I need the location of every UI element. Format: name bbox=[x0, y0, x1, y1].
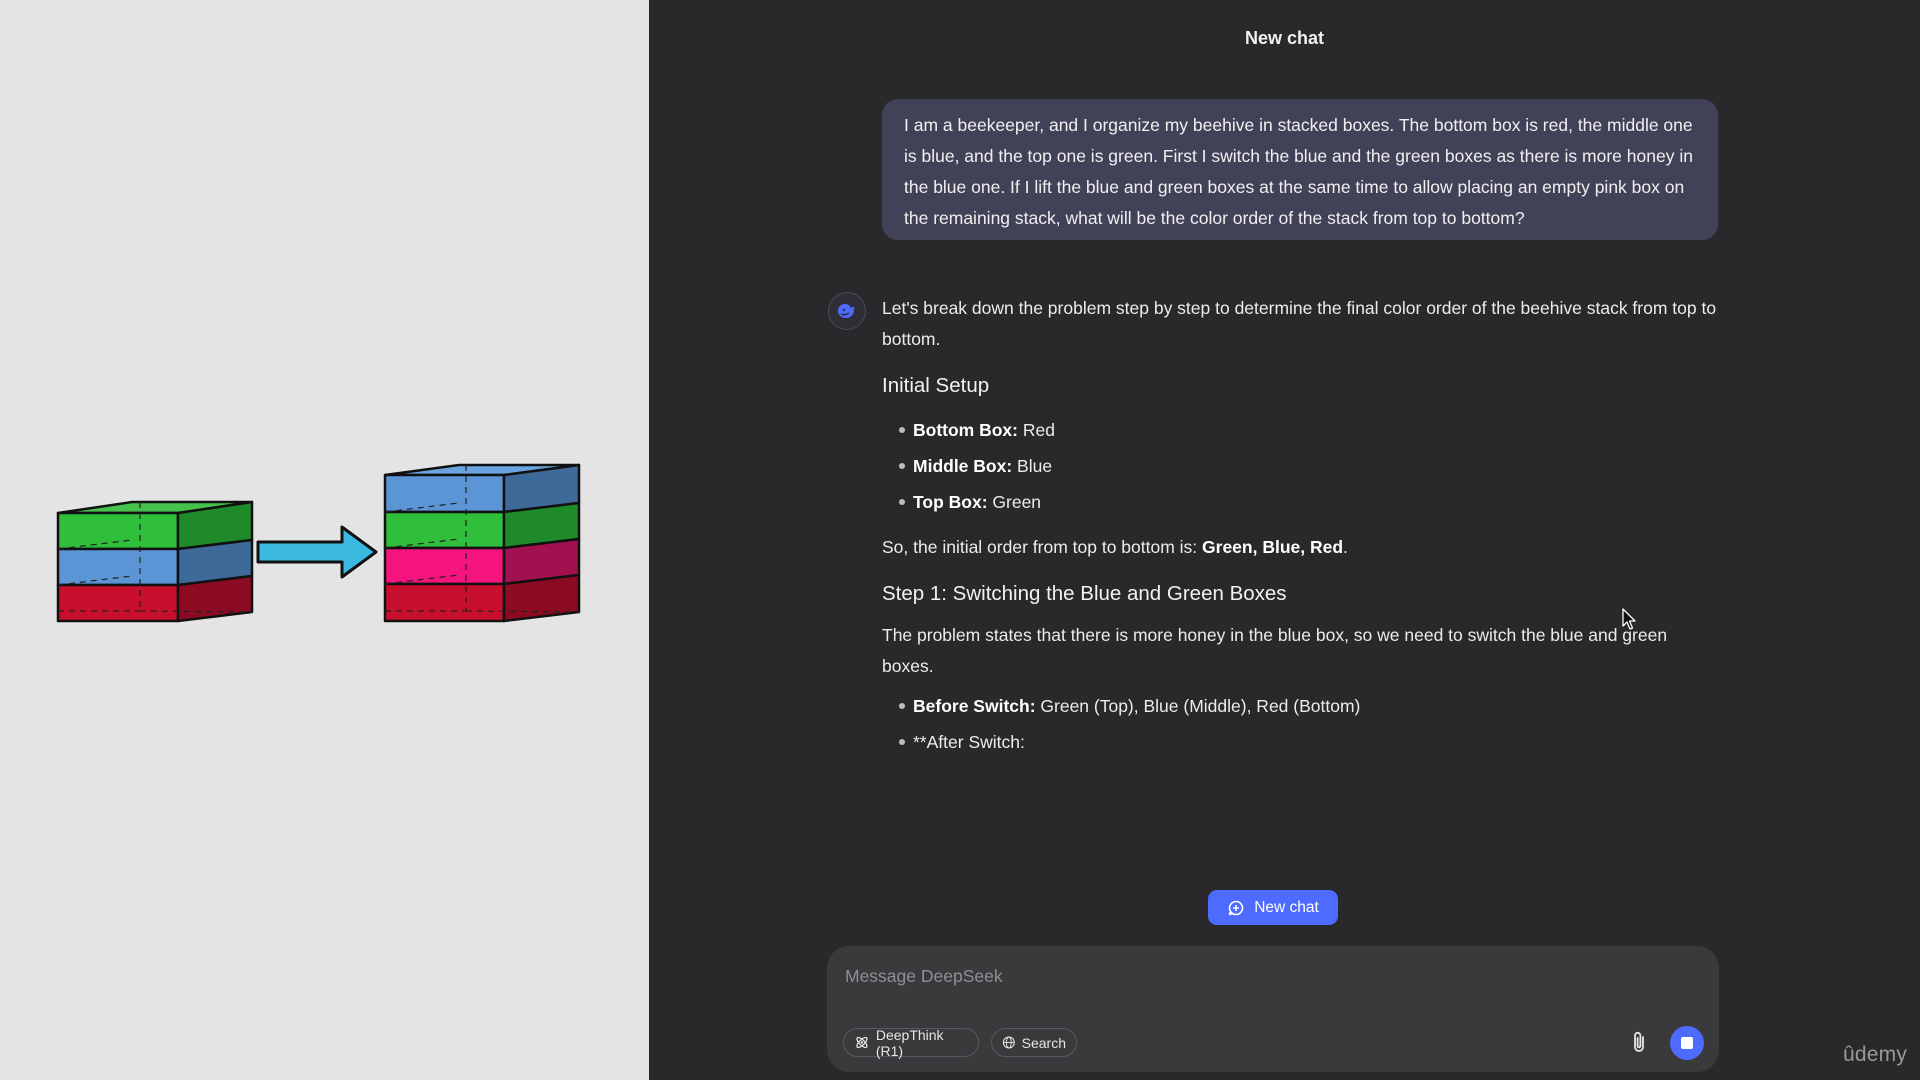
deepthink-toggle[interactable]: DeepThink (R1) bbox=[843, 1026, 979, 1059]
step1-list: Before Switch: Green (Top), Blue (Middle… bbox=[882, 688, 1722, 760]
setup-list: Bottom Box: Red Middle Box: Blue Top Box… bbox=[882, 412, 1722, 520]
atom-icon bbox=[856, 1036, 868, 1049]
stop-generating-button[interactable] bbox=[1670, 1026, 1704, 1060]
user-message: I am a beekeeper, and I organize my beeh… bbox=[882, 99, 1718, 240]
message-composer: DeepThink (R1) Search bbox=[827, 946, 1719, 1072]
list-item: **After Switch: bbox=[882, 724, 1722, 760]
deepseek-whale-icon bbox=[838, 304, 855, 318]
globe-icon bbox=[1002, 1036, 1015, 1049]
new-chat-label: New chat bbox=[1254, 898, 1319, 916]
transform-arrow bbox=[256, 525, 378, 579]
chat-title: New chat bbox=[1244, 28, 1325, 48]
udemy-watermark: ûdemy bbox=[1843, 1043, 1908, 1066]
deepseek-avatar bbox=[828, 292, 866, 330]
message-input[interactable] bbox=[843, 960, 1687, 992]
search-toggle[interactable]: Search bbox=[991, 1028, 1077, 1057]
initial-order-text: So, the initial order from top to bottom… bbox=[882, 537, 1348, 557]
list-item: Top Box: Green bbox=[882, 484, 1722, 520]
assistant-message: Let's break down the problem step by ste… bbox=[882, 293, 1722, 760]
new-chat-button[interactable]: New chat bbox=[1208, 890, 1338, 925]
assistant-intro: Let's break down the problem step by ste… bbox=[882, 298, 1717, 349]
list-item: Before Switch: Green (Top), Blue (Middle… bbox=[882, 688, 1722, 724]
paperclip-icon bbox=[1634, 1031, 1644, 1052]
section-heading-step1: Step 1: Switching the Blue and Green Box… bbox=[882, 582, 1287, 605]
right-stack bbox=[383, 463, 581, 623]
attach-button[interactable] bbox=[1627, 1029, 1651, 1057]
section-heading-initial-setup: Initial Setup bbox=[882, 374, 990, 397]
stop-icon bbox=[1681, 1037, 1693, 1049]
deepthink-label: DeepThink (R1) bbox=[875, 1026, 944, 1059]
new-chat-icon bbox=[1228, 900, 1244, 915]
beehive-stack-illustration bbox=[56, 463, 581, 623]
search-label: Search bbox=[1021, 1034, 1066, 1051]
list-item: Middle Box: Blue bbox=[882, 448, 1722, 484]
step1-text: The problem states that there is more ho… bbox=[882, 625, 1668, 676]
mouse-cursor-icon bbox=[1622, 608, 1636, 630]
list-item: Bottom Box: Red bbox=[882, 412, 1722, 448]
illustration-panel bbox=[0, 0, 649, 1080]
left-stack bbox=[56, 500, 254, 623]
